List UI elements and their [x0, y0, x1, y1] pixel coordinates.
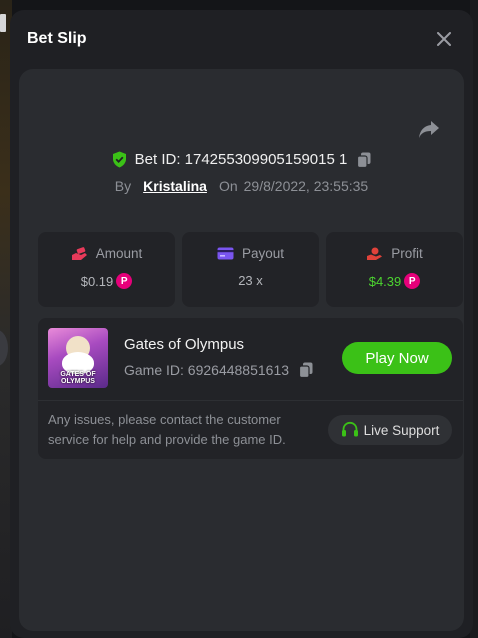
game-name[interactable]: Gates of Olympus [124, 336, 244, 353]
bet-author-row: By Kristalina On 29/8/2022, 23:55:35 [19, 178, 464, 194]
stat-amount-label: Amount [95, 246, 143, 261]
support-notice: Any issues, please contact the customer … [48, 412, 286, 447]
bet-id-text: Bet ID: 174255309905159015 1 [134, 151, 348, 168]
credit-card-icon [217, 247, 234, 260]
stat-profit-value: $4.39 [368, 273, 402, 289]
copy-icon [357, 152, 371, 168]
stat-profit-label: Profit [391, 246, 423, 261]
game-id-text: Game ID: 6926448851613 [124, 362, 290, 378]
stat-payout-value: 23 x [238, 273, 263, 288]
live-support-label: Live Support [363, 422, 440, 438]
stat-amount: Amount $0.19 P [38, 232, 175, 307]
bet-details-panel: Bet ID: 174255309905159015 1 By Kristali… [19, 69, 464, 631]
close-icon [437, 32, 451, 46]
modal-header: Bet Slip [10, 10, 473, 68]
bet-id-row: Bet ID: 174255309905159015 1 [19, 151, 464, 168]
play-now-button[interactable]: Play Now [342, 342, 452, 374]
copy-bet-id-button[interactable] [357, 152, 371, 168]
stat-payout-label: Payout [241, 246, 285, 261]
copy-game-id-button[interactable] [299, 362, 313, 378]
game-card: GATES OF OLYMPUS Gates of Olympus Game I… [38, 318, 463, 459]
stat-amount-value: $0.19 [80, 273, 114, 289]
on-label: On [218, 178, 238, 194]
modal-title: Bet Slip [27, 30, 87, 47]
bet-stats: Amount $0.19 P Payout 23 x Profit $4.39 … [38, 232, 463, 307]
copy-icon [299, 362, 313, 378]
headset-icon [341, 421, 358, 437]
live-support-button[interactable]: Live Support [328, 415, 452, 445]
stat-profit: Profit $4.39 P [326, 232, 463, 307]
background-glyph [0, 14, 6, 32]
stat-payout: Payout 23 x [182, 232, 319, 307]
share-icon [419, 121, 439, 138]
verified-shield-icon [112, 151, 127, 168]
currency-coin-icon: P [404, 273, 421, 289]
coin-hand-icon [367, 247, 383, 260]
username-link[interactable]: Kristalina [143, 178, 207, 194]
game-thumbnail[interactable]: GATES OF OLYMPUS [48, 328, 108, 388]
bet-slip-modal: Bet Slip Bet ID: 174255309905159015 1 By… [10, 10, 473, 638]
divider [38, 400, 463, 401]
currency-coin-icon: P [116, 273, 133, 289]
thumbnail-title: GATES OF OLYMPUS [60, 371, 96, 385]
close-button[interactable] [433, 28, 455, 50]
by-label: By [114, 178, 132, 194]
bet-datetime: 29/8/2022, 23:55:35 [243, 178, 369, 194]
wallet-hand-icon [71, 246, 87, 260]
game-id-row: Game ID: 6926448851613 [124, 362, 313, 378]
share-button[interactable] [418, 119, 442, 141]
background-circle [0, 330, 8, 366]
